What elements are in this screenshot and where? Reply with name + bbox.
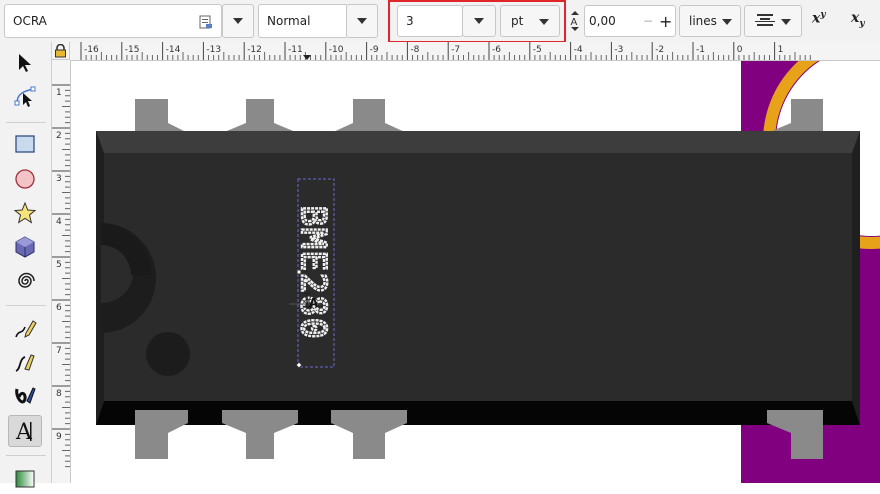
ruler-label: -11: [288, 45, 303, 55]
box3d-tool[interactable]: [8, 231, 42, 263]
superscript-button[interactable]: xy: [812, 10, 836, 32]
ruler-label: -13: [206, 45, 221, 55]
ruler-label: -3: [614, 45, 623, 55]
toolbox-separator: [6, 122, 46, 123]
line-spacing-input[interactable]: 0,00 − +: [584, 5, 676, 37]
line-mode-value: lines: [689, 14, 717, 28]
line-spacing-icon: A: [571, 11, 579, 31]
box3d-tool-icon: [15, 236, 35, 258]
font-style-dropdown-button[interactable]: [346, 4, 378, 38]
rectangle-tool-icon: [15, 135, 35, 153]
horizontal-ruler[interactable]: -16 -15 -14 -13 -12 -11 -10 -9 -8 -7 -6 -5 -4 -3 -2 -1 0…: [70, 42, 880, 61]
line-mode-select[interactable]: lines: [679, 5, 741, 37]
ruler-label: -10: [329, 45, 344, 55]
ruler-label: 7: [56, 346, 62, 356]
ruler-label: 8: [56, 389, 62, 399]
ruler-label: -12: [247, 45, 262, 55]
text-tool-icon: A: [15, 420, 33, 443]
text-align-button[interactable]: [744, 5, 802, 37]
calligraphy-tool-icon: [15, 387, 36, 404]
ruler-label: -15: [125, 45, 140, 55]
ruler-label: -14: [166, 45, 181, 55]
text-tool[interactable]: A: [8, 415, 42, 447]
node-tool[interactable]: [8, 81, 42, 113]
toolbox-separator: [6, 305, 46, 306]
toolbox-separator: [6, 455, 46, 456]
drawing-canvas[interactable]: BME280 A: [71, 61, 880, 483]
chevron-down-icon: [233, 18, 243, 24]
pencil-tool-icon: [15, 320, 37, 338]
text-toolbar: OCRA Normal 3 pt A 0,00 − + lines xy xy: [0, 0, 880, 43]
gradient-tool[interactable]: [8, 462, 42, 494]
align-center-icon: [755, 14, 775, 26]
superscript-mark: y: [820, 10, 826, 20]
ruler-label: 0: [737, 45, 743, 55]
font-family-combo[interactable]: OCRA: [4, 4, 222, 38]
ruler-label: 9: [56, 432, 62, 442]
ruler-label: 6: [56, 303, 62, 313]
ruler-label: -9: [370, 45, 379, 55]
node-tool-icon: [14, 86, 36, 107]
pen-tool[interactable]: [8, 347, 42, 379]
star-tool[interactable]: [8, 197, 42, 229]
spiral-tool[interactable]: [8, 265, 42, 297]
font-style-value: Normal: [267, 14, 311, 28]
subscript-button[interactable]: xy: [851, 10, 875, 32]
calligraphy-tool[interactable]: [8, 381, 42, 413]
line-spacing-value: 0,00: [589, 14, 616, 28]
selector-tool[interactable]: [8, 47, 42, 79]
font-list-icon: [199, 15, 212, 29]
ruler-label: 1: [56, 88, 62, 98]
ruler-label: 2: [56, 131, 62, 141]
ruler-label: 1: [778, 45, 784, 55]
ruler-label: -5: [533, 45, 542, 55]
decrement-button[interactable]: −: [643, 6, 653, 36]
font-style-combo[interactable]: Normal: [258, 4, 348, 38]
lock-icon: [55, 44, 66, 58]
horizontal-ruler-ticks: -16 -15 -14 -13 -12 -11 -10 -9 -8 -7 -6 -5 -4 -3 -2 -1 0…: [80, 42, 811, 60]
star-tool-icon: [13, 201, 37, 224]
ruler-label: 3: [56, 174, 62, 184]
selector-tool-icon: [19, 54, 31, 72]
ruler-label: -1: [696, 45, 705, 55]
chevron-down-icon: [781, 19, 791, 25]
spiral-tool-icon: [18, 272, 35, 288]
pen-tool-icon: [15, 354, 35, 372]
canvas-drawing: BME280 A: [71, 61, 880, 483]
gradient-tool-icon: [15, 470, 35, 488]
chip-body[interactable]: [96, 131, 860, 425]
circle-tool[interactable]: [8, 163, 42, 195]
text-handle[interactable]: [296, 269, 302, 275]
ruler-label: -4: [574, 45, 583, 55]
ruler-label: 4: [56, 217, 62, 227]
rectangle-tool[interactable]: [8, 128, 42, 160]
subscript-mark: y: [859, 18, 865, 29]
chevron-down-icon: [722, 19, 732, 25]
svg-text:A: A: [309, 296, 319, 310]
ruler-label: -8: [410, 45, 419, 55]
ruler-position-marker: [303, 55, 311, 60]
ruler-label: -7: [451, 45, 460, 55]
ruler-label: -2: [655, 45, 664, 55]
font-family-dropdown-button[interactable]: [222, 4, 254, 38]
toolbox: A: [0, 42, 52, 488]
font-family-value: OCRA: [13, 14, 47, 28]
svg-text:A: A: [571, 17, 578, 28]
ruler-label: 5: [56, 260, 62, 270]
circle-tool-icon: [15, 169, 35, 189]
highlight-box: [388, 0, 566, 43]
increment-button[interactable]: +: [659, 6, 672, 36]
vertical-ruler[interactable]: 1 2 3 4 5 6 7 8 9: [52, 60, 71, 483]
chevron-down-icon: [357, 18, 367, 24]
ruler-label: -6: [492, 45, 501, 55]
ruler-corner[interactable]: [52, 42, 70, 60]
ruler-label: -16: [84, 45, 99, 55]
pencil-tool[interactable]: [8, 313, 42, 345]
vertical-ruler-ticks: 1 2 3 4 5 6 7 8 9: [52, 84, 70, 468]
